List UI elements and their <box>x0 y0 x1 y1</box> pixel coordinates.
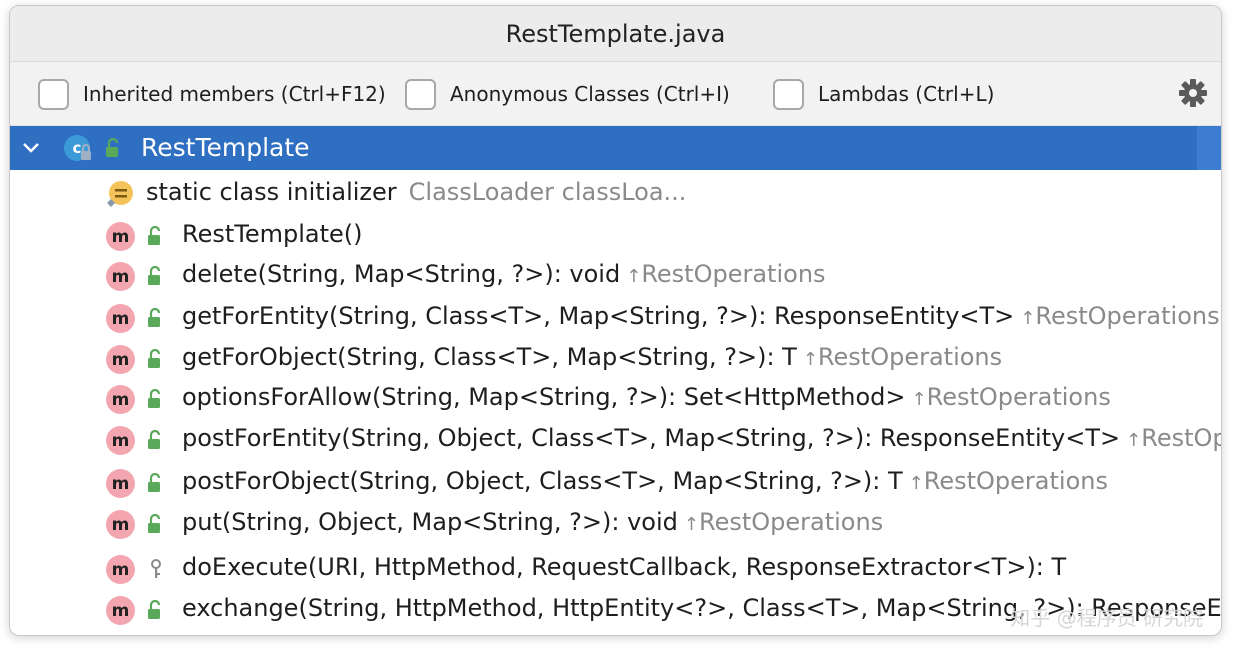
tree-item-method[interactable]: m getForObject(String, Class<T>, Map<Stri… <box>10 339 1221 379</box>
lambdas-checkbox[interactable] <box>773 78 804 110</box>
watermark-text: 知乎 @程序员 研究院 <box>1010 606 1203 630</box>
public-lock-icon <box>148 349 161 368</box>
initializer-name: static class initializer <box>146 178 397 206</box>
method-signature-text: postForObject(String, Object, Class<T>, … <box>182 467 903 495</box>
method-signature-text: RestTemplate() <box>182 220 363 248</box>
initializer-hint: ClassLoader classLoa... <box>408 178 687 206</box>
class-icon: c <box>64 135 91 161</box>
public-lock-icon <box>106 138 119 157</box>
lambdas-label: Lambdas (Ctrl+L) <box>818 82 995 106</box>
scrollbar-thumb[interactable] <box>1197 126 1221 170</box>
inherited-arrow-icon: ↑ <box>911 389 927 410</box>
tree-item-static-initializer[interactable]: static class initializer ClassLoader clas… <box>10 173 1221 213</box>
tree-item-method[interactable]: m RestTemplate() <box>10 216 1221 256</box>
public-lock-icon <box>148 514 161 533</box>
method-signature-text: optionsForAllow(String, Map<String, ?>):… <box>182 383 906 411</box>
method-icon: m <box>106 469 135 498</box>
method-signature: getForEntity(String, Class<T>, Map<Strin… <box>182 302 1220 330</box>
method-signature-text: delete(String, Map<String, ?>): void <box>182 260 621 288</box>
public-lock-icon <box>148 266 161 285</box>
method-signature: optionsForAllow(String, Map<String, ?>):… <box>182 383 1111 411</box>
method-signature: doExecute(URI, HttpMethod, RequestCallba… <box>182 553 1066 581</box>
inherited-arrow-icon: ↑ <box>908 473 924 494</box>
method-signature-text: doExecute(URI, HttpMethod, RequestCallba… <box>182 553 1067 581</box>
tree-item-method[interactable]: m getForEntity(String, Class<T>, Map<Stri… <box>10 298 1221 338</box>
protected-key-icon <box>151 559 161 578</box>
public-lock-icon <box>148 226 161 245</box>
inherited-arrow-icon: ↑ <box>683 514 699 535</box>
method-origin: RestOpera <box>1141 424 1221 452</box>
inherited-members-option[interactable]: Inherited members (Ctrl+F12) <box>38 78 386 110</box>
method-signature: postForEntity(String, Object, Class<T>, … <box>182 424 1221 452</box>
anonymous-classes-label: Anonymous Classes (Ctrl+I) <box>450 82 730 106</box>
public-lock-icon <box>148 473 161 492</box>
method-signature: RestTemplate() <box>182 220 363 248</box>
static-initializer-icon <box>107 181 133 207</box>
lambdas-option[interactable]: Lambdas (Ctrl+L) <box>773 78 994 110</box>
method-origin: RestOperations <box>817 343 1003 371</box>
method-icon: m <box>106 596 135 625</box>
method-origin: RestOperations <box>641 260 826 288</box>
tree-item-method[interactable]: m delete(String, Map<String, ?>): void ↑Re… <box>10 256 1221 296</box>
method-icon: m <box>106 304 135 333</box>
inherited-arrow-icon: ↑ <box>1126 430 1142 451</box>
filter-toolbar: Inherited members (Ctrl+F12) Anonymous C… <box>10 62 1221 126</box>
popup-title: RestTemplate.java <box>10 6 1221 62</box>
method-signature-text: getForObject(String, Class<T>, Map<Strin… <box>182 343 797 371</box>
method-origin: RestOperations <box>926 383 1111 411</box>
inherited-members-label: Inherited members (Ctrl+F12) <box>83 82 386 106</box>
method-signature-text: postForEntity(String, Object, Class<T>, … <box>182 424 1121 452</box>
public-lock-icon <box>148 430 161 449</box>
public-lock-icon <box>148 600 161 619</box>
method-signature: put(String, Object, Map<String, ?>): voi… <box>182 508 883 536</box>
method-icon: m <box>106 262 135 291</box>
public-lock-icon <box>148 389 161 408</box>
svg-text:c: c <box>73 139 82 157</box>
public-lock-icon <box>148 308 161 327</box>
tree-item-method[interactable]: m postForEntity(String, Object, Class<T>,… <box>10 420 1221 460</box>
gear-icon[interactable] <box>1177 77 1209 109</box>
method-icon: m <box>106 426 135 455</box>
method-icon: m <box>106 555 135 584</box>
inherited-arrow-icon: ↑ <box>802 349 818 370</box>
tree-item-method[interactable]: m put(String, Object, Map<String, ?>): vo… <box>10 504 1221 544</box>
anonymous-classes-option[interactable]: Anonymous Classes (Ctrl+I) <box>405 78 730 110</box>
method-signature: getForObject(String, Class<T>, Map<Strin… <box>182 343 1002 371</box>
method-origin: RestOperations <box>1035 302 1220 330</box>
tree-root-label: RestTemplate <box>141 133 310 162</box>
method-origin: RestOperations <box>923 467 1108 495</box>
tree-item-method[interactable]: m optionsForAllow(String, Map<String, ?>)… <box>10 379 1221 419</box>
method-signature: delete(String, Map<String, ?>): void ↑Res… <box>182 260 826 288</box>
file-structure-popup: RestTemplate.java Inherited members (Ctr… <box>9 5 1222 636</box>
tree-item-method[interactable]: m doExecute(URI, HttpMethod, RequestCallb… <box>10 549 1221 589</box>
method-origin: RestOperations <box>698 508 884 536</box>
anonymous-classes-checkbox[interactable] <box>405 78 436 110</box>
tree-root-row[interactable]: c RestTemplate <box>10 126 1221 170</box>
inherited-members-checkbox[interactable] <box>38 78 69 110</box>
method-signature-text: put(String, Object, Map<String, ?>): voi… <box>182 508 678 536</box>
method-icon: m <box>106 222 135 251</box>
tree-item-method[interactable]: m postForObject(String, Object, Class<T>,… <box>10 463 1221 503</box>
method-icon: m <box>106 385 135 414</box>
method-icon: m <box>106 510 135 539</box>
method-signature-text: getForEntity(String, Class<T>, Map<Strin… <box>182 302 1015 330</box>
inherited-arrow-icon: ↑ <box>1020 308 1036 329</box>
method-signature: postForObject(String, Object, Class<T>, … <box>182 467 1108 495</box>
chevron-down-icon[interactable] <box>20 137 42 159</box>
tree-item-label: static class initializer ClassLoader clas… <box>146 178 686 206</box>
inherited-arrow-icon: ↑ <box>626 266 642 287</box>
method-icon: m <box>106 345 135 374</box>
